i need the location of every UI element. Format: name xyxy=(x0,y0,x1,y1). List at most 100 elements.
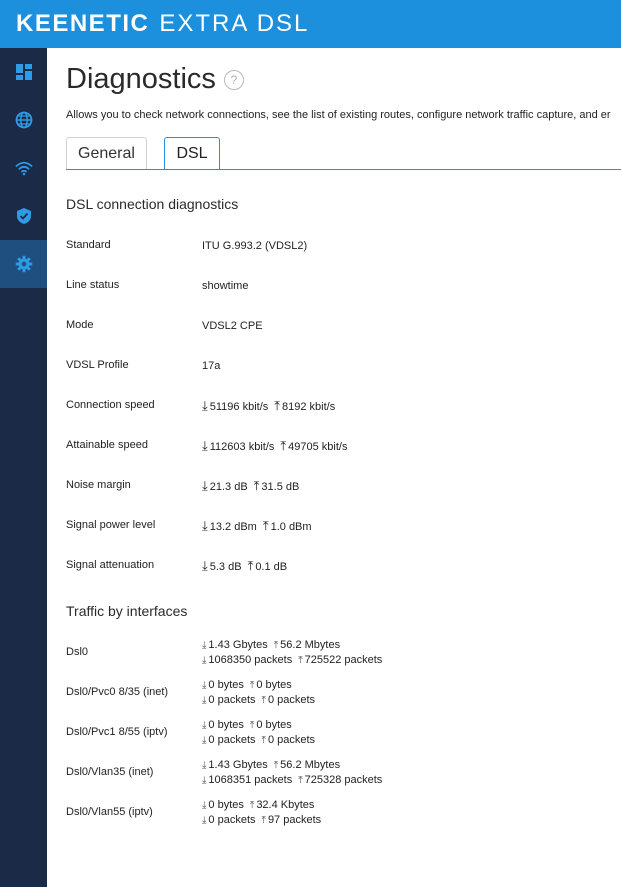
row-label-attainable-speed: Attainable speed xyxy=(66,439,148,451)
download-arrow-icon: ⤓ xyxy=(202,438,208,453)
downstream-value: 112603 kbit/s xyxy=(209,441,275,453)
downstream-value: 5.3 dB xyxy=(209,561,242,573)
upload-arrow-icon: ⤒ xyxy=(273,760,279,771)
traffic-packets-pvc0: ⤓ 0 packets ⤒ 0 packets xyxy=(202,693,315,708)
row-value-signal-attenuation: ⤓ 5.3 dB ⤒ 0.1 dB xyxy=(202,559,287,574)
upload-arrow-icon: ⤒ xyxy=(249,800,255,811)
upload-arrow-icon: ⤒ xyxy=(273,640,279,651)
gear-icon xyxy=(15,255,32,273)
page-title: Diagnostics xyxy=(66,63,216,95)
download-arrow-icon: ⤓ xyxy=(202,815,207,826)
traffic-bytes-vlan35: ⤓ 1.43 Gbytes ⤒ 56.2 Mbytes xyxy=(202,758,340,773)
download-arrow-icon: ⤓ xyxy=(202,695,207,706)
row-value-vdsl-profile: 17a xyxy=(202,360,221,372)
traffic-label-pvc1: Dsl0/Pvc1 8/55 (iptv) xyxy=(66,726,168,738)
tab-underline xyxy=(66,169,621,170)
globe-icon xyxy=(15,111,32,129)
dashboard-icon xyxy=(15,64,32,80)
upstream-value: 0.1 dB xyxy=(255,561,288,573)
tx-bytes: 0 bytes xyxy=(256,719,292,731)
tx-bytes: 56.2 Mbytes xyxy=(280,639,341,651)
traffic-packets-vlan55: ⤓ 0 packets ⤒ 97 packets xyxy=(202,813,321,828)
upload-arrow-icon: ⤒ xyxy=(262,518,269,533)
row-label-noise-margin: Noise margin xyxy=(66,479,131,491)
row-label-standard: Standard xyxy=(66,239,111,251)
traffic-label-dsl0: Dsl0 xyxy=(66,646,89,658)
row-label-connection-speed: Connection speed xyxy=(66,399,155,411)
tx-packets: 0 packets xyxy=(267,694,316,706)
download-arrow-icon: ⤓ xyxy=(202,655,207,666)
download-arrow-icon: ⤓ xyxy=(202,775,207,786)
row-value-standard: ITU G.993.2 (VDSL2) xyxy=(202,240,308,252)
tx-bytes: 32.4 Kbytes xyxy=(256,799,315,811)
sidebar-item-security[interactable] xyxy=(0,192,47,240)
download-arrow-icon: ⤓ xyxy=(202,800,207,811)
download-arrow-icon: ⤓ xyxy=(202,558,208,573)
traffic-packets-vlan35: ⤓ 1068351 packets ⤒ 725328 packets xyxy=(202,773,382,788)
rx-bytes: 0 bytes xyxy=(208,679,244,691)
tab-general[interactable]: General xyxy=(66,137,147,169)
tab-dsl[interactable]: DSL xyxy=(164,137,220,169)
rx-packets: 0 packets xyxy=(208,814,256,826)
upstream-value: 8192 kbit/s xyxy=(282,401,336,413)
traffic-packets-dsl0: ⤓ 1068350 packets ⤒ 725522 packets xyxy=(202,653,382,668)
upload-arrow-icon: ⤒ xyxy=(261,735,266,746)
upstream-value: 31.5 dB xyxy=(261,481,300,493)
tx-packets: 725328 packets xyxy=(304,774,383,786)
download-arrow-icon: ⤓ xyxy=(202,735,207,746)
rx-bytes: 1.43 Gbytes xyxy=(208,639,268,651)
row-value-connection-speed: ⤓ 51196 kbit/s ⤒ 8192 kbit/s xyxy=(202,399,335,414)
rx-packets: 1068351 packets xyxy=(208,774,293,786)
downstream-value: 21.3 dB xyxy=(209,481,248,493)
sidebar xyxy=(0,48,47,887)
upload-arrow-icon: ⤒ xyxy=(274,398,281,413)
tx-bytes: 56.2 Mbytes xyxy=(280,759,341,771)
row-value-attainable-speed: ⤓ 112603 kbit/s ⤒ 49705 kbit/s xyxy=(202,439,347,454)
upload-arrow-icon: ⤒ xyxy=(253,478,260,493)
rx-packets: 0 packets xyxy=(208,734,256,746)
download-arrow-icon: ⤓ xyxy=(202,518,208,533)
row-label-mode: Mode xyxy=(66,319,94,331)
sidebar-item-dashboard[interactable] xyxy=(0,48,47,96)
brand-logo[interactable]: KEENETIC EXTRA DSL xyxy=(16,10,309,38)
dsl-section-title: DSL connection diagnostics xyxy=(66,196,239,212)
download-arrow-icon: ⤓ xyxy=(202,760,207,771)
tx-packets: 97 packets xyxy=(267,814,322,826)
traffic-packets-pvc1: ⤓ 0 packets ⤒ 0 packets xyxy=(202,733,315,748)
upload-arrow-icon: ⤒ xyxy=(261,695,266,706)
tx-bytes: 0 bytes xyxy=(256,679,292,691)
upstream-value: 49705 kbit/s xyxy=(288,441,348,453)
upload-arrow-icon: ⤒ xyxy=(247,558,254,573)
upload-arrow-icon: ⤒ xyxy=(261,815,266,826)
help-icon[interactable]: ? xyxy=(224,70,244,90)
sidebar-item-settings[interactable] xyxy=(0,240,47,288)
shield-icon xyxy=(16,208,31,224)
upload-arrow-icon: ⤒ xyxy=(280,438,287,453)
row-value-noise-margin: ⤓ 21.3 dB ⤒ 31.5 dB xyxy=(202,479,299,494)
row-value-mode: VDSL2 CPE xyxy=(202,320,263,332)
row-label-signal-attenuation: Signal attenuation xyxy=(66,559,155,571)
page-description: Allows you to check network connections,… xyxy=(66,109,611,121)
sidebar-item-wifi[interactable] xyxy=(0,144,47,192)
wifi-icon xyxy=(15,161,32,176)
download-arrow-icon: ⤓ xyxy=(202,398,208,413)
traffic-label-vlan55: Dsl0/Vlan55 (iptv) xyxy=(66,806,153,818)
top-bar: KEENETIC EXTRA DSL xyxy=(0,0,621,48)
download-arrow-icon: ⤓ xyxy=(202,640,207,651)
upload-arrow-icon: ⤒ xyxy=(249,680,255,691)
downstream-value: 13.2 dBm xyxy=(209,521,257,533)
row-label-line-status: Line status xyxy=(66,279,120,291)
upload-arrow-icon: ⤒ xyxy=(298,655,303,666)
traffic-label-vlan35: Dsl0/Vlan35 (inet) xyxy=(66,766,154,778)
rx-bytes: 0 bytes xyxy=(208,719,244,731)
downstream-value: 51196 kbit/s xyxy=(209,401,269,413)
download-arrow-icon: ⤓ xyxy=(202,680,207,691)
traffic-section-title: Traffic by interfaces xyxy=(66,603,188,619)
rx-packets: 0 packets xyxy=(208,694,256,706)
traffic-bytes-pvc0: ⤓ 0 bytes ⤒ 0 bytes xyxy=(202,678,292,693)
tx-packets: 0 packets xyxy=(267,734,316,746)
traffic-bytes-pvc1: ⤓ 0 bytes ⤒ 0 bytes xyxy=(202,718,292,733)
sidebar-item-internet[interactable] xyxy=(0,96,47,144)
rx-packets: 1068350 packets xyxy=(208,654,293,666)
upload-arrow-icon: ⤒ xyxy=(298,775,303,786)
